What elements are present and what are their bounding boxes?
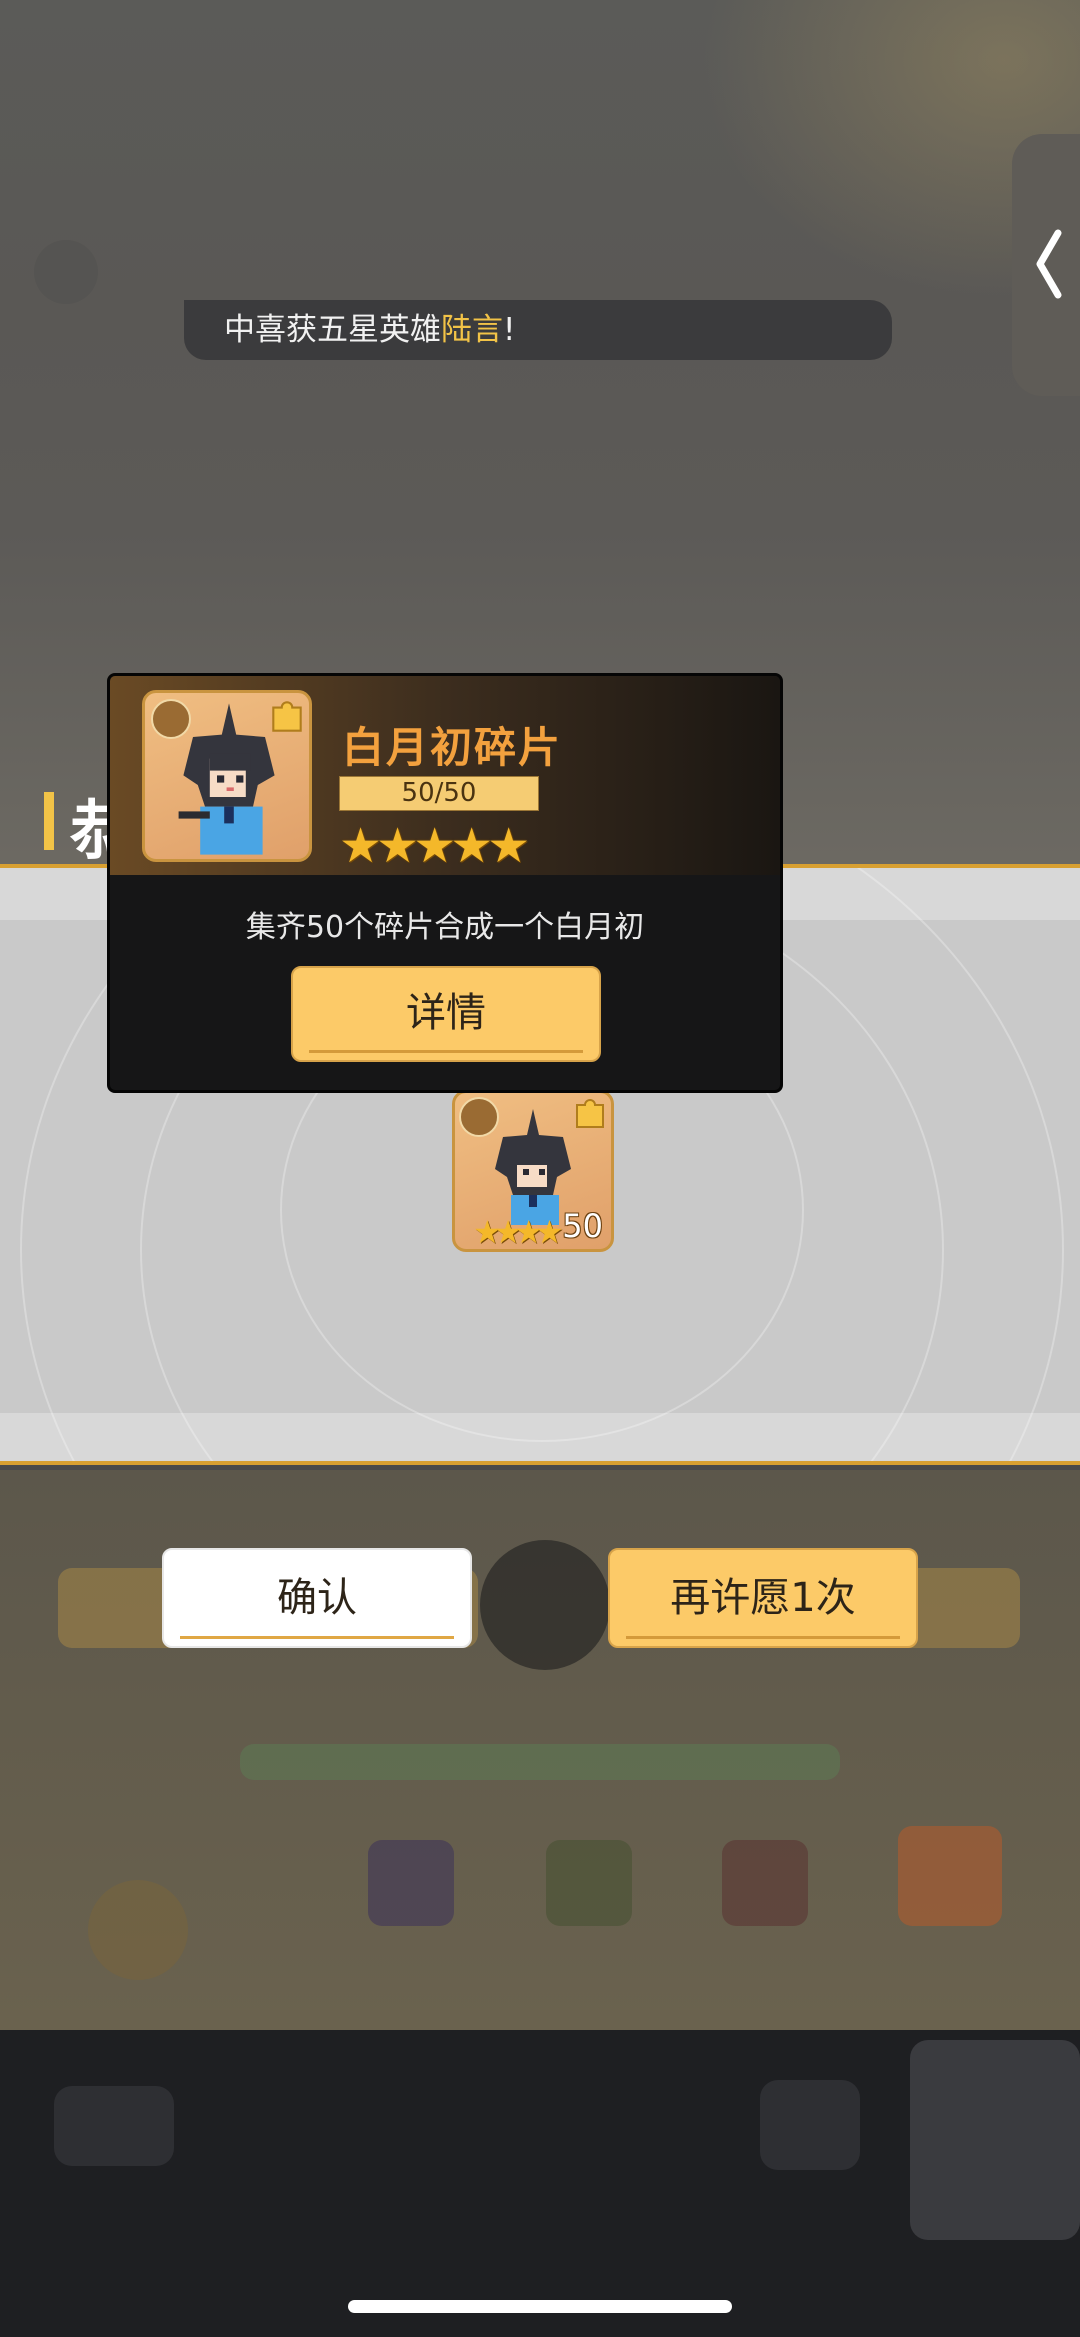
broadcast-toast: 中喜获五星英雄陆言! [184,300,892,360]
panel-bottom-border [0,1461,1080,1465]
side-collapse-tab[interactable] [1012,134,1080,396]
item-info-popup: 白月初碎片 50/50 ★ ★ ★ ★ ★ 集齐50个碎片合成一个白月初 详情 [107,673,783,1093]
toast-text: 中喜获五星英雄陆言! [224,300,515,360]
nav-item-home[interactable] [54,2086,174,2166]
button-underline [180,1636,454,1639]
button-underline [626,1636,900,1639]
star-icon: ★ [487,818,531,874]
hero-portrait [178,703,275,855]
wish-again-button-label: 再许愿1次 [670,1575,856,1621]
item-name: 白月初碎片 [342,723,563,772]
item-description: 集齐50个碎片合成一个白月初 [245,910,645,945]
avatar [34,240,98,304]
bottom-nav [0,2030,1080,2337]
blurred-center-button [480,1540,610,1670]
reward-item-count: 50 [562,1207,603,1245]
blurred-item-4 [898,1826,1002,1926]
chevron-left-icon [1036,229,1062,299]
fragment-progress-bar: 50/50 [339,776,539,811]
blurred-item-2 [546,1840,632,1926]
item-stars: ★ ★ ★ ★ ★ [339,822,530,870]
blurred-item-3 [722,1840,808,1926]
toast-suffix: ! [503,312,516,348]
home-indicator [348,2300,732,2313]
wish-again-button[interactable]: 再许愿1次 [608,1548,918,1648]
popup-item-card [142,690,312,862]
blurred-avatar [88,1880,188,1980]
confirm-button[interactable]: 确认 [162,1548,472,1648]
details-button-label: 详情 [406,990,486,1036]
reward-item-card[interactable]: ★ ★ ★ ★ 50 [452,1090,614,1252]
confirm-button-label: 确认 [277,1575,357,1621]
toast-prefix: 中喜获五星英雄 [224,312,441,348]
section-accent-bar [44,792,54,850]
button-underline [309,1050,583,1053]
nav-item-shop[interactable] [760,2080,860,2170]
toast-hero-name: 陆言 [441,312,503,348]
reward-item-stars: ★ ★ ★ ★ [473,1215,564,1249]
star-icon: ★ [535,1213,564,1251]
blurred-item-1 [368,1840,454,1926]
details-button[interactable]: 详情 [291,966,601,1062]
blurred-bar [240,1744,840,1780]
progress-text: 50/50 [401,778,477,808]
nav-item-active[interactable] [910,2040,1080,2240]
